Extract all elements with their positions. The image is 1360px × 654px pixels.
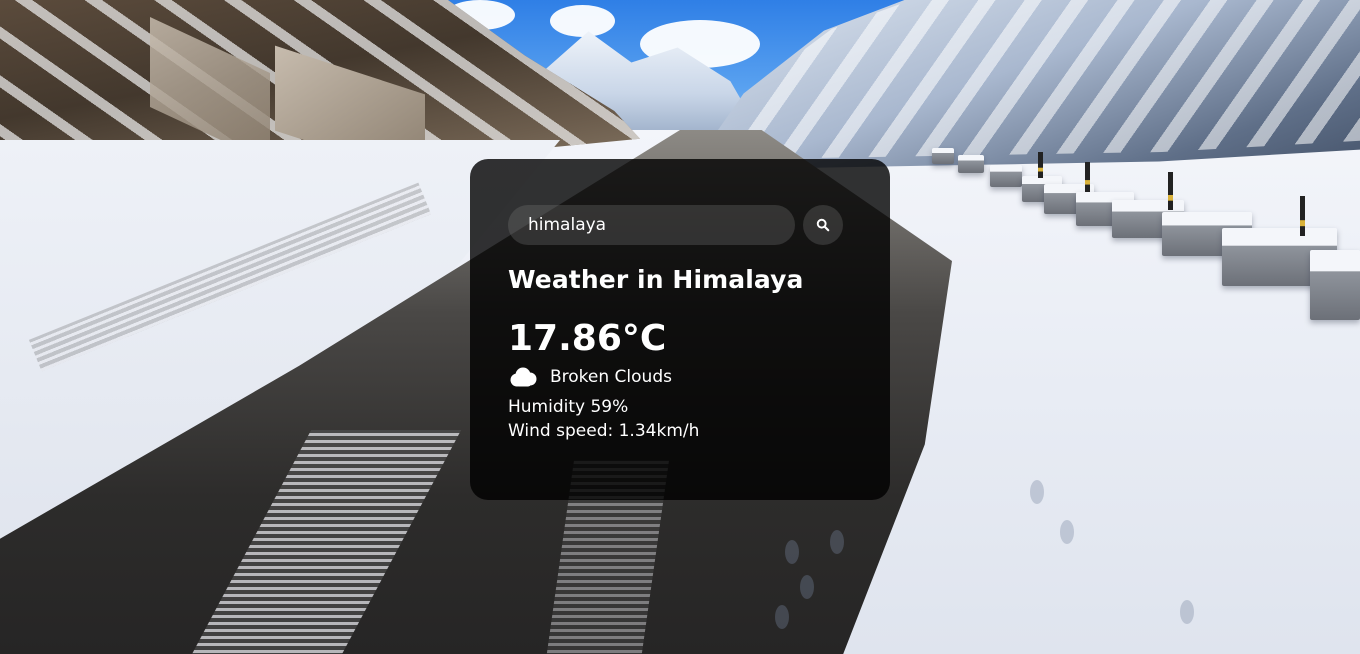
weather-card: Weather in Himalaya 17.86°C Broken Cloud… (470, 159, 890, 500)
search-icon (816, 218, 830, 232)
marker-post (1168, 172, 1173, 210)
wind-speed: Wind speed: 1.34km/h (508, 421, 700, 441)
marker-post (1038, 152, 1043, 178)
search-button[interactable] (803, 205, 843, 245)
cloud-shape (550, 5, 615, 37)
marker-post (1085, 162, 1090, 192)
weather-condition: Broken Clouds (508, 367, 852, 387)
footprint (800, 575, 814, 599)
road-barrier (1310, 250, 1360, 320)
search-bar (508, 205, 852, 245)
cloud-icon (510, 367, 537, 387)
humidity: Humidity 59% (508, 397, 629, 417)
footprint (1180, 600, 1194, 624)
footprint (830, 530, 844, 554)
footprint (775, 605, 789, 629)
footprint (1060, 520, 1074, 544)
weather-stats: Humidity 59% Wind speed: 1.34km/h (508, 395, 852, 443)
road-barrier (958, 155, 984, 173)
footprint (785, 540, 799, 564)
search-input[interactable] (508, 205, 795, 245)
city-heading: Weather in Himalaya (508, 265, 804, 294)
marker-post (1300, 196, 1305, 236)
temperature: 17.86°C (508, 318, 667, 359)
weather-description: Broken Clouds (550, 367, 672, 387)
road-barrier (990, 165, 1022, 187)
footprint (1030, 480, 1044, 504)
road-barrier (932, 148, 954, 164)
